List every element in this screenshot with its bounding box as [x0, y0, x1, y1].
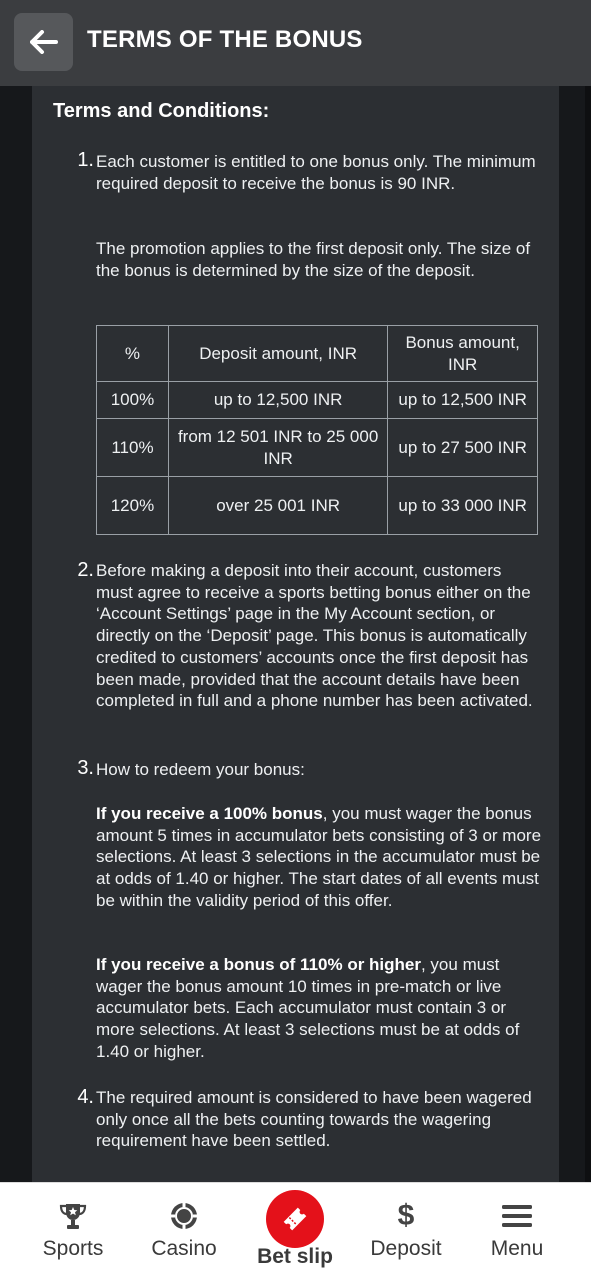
- item-number: 1.: [77, 149, 94, 171]
- table-cell: over 25 001 INR: [167, 476, 389, 535]
- table-header-cell: %: [96, 325, 169, 382]
- table-cell: from 12 501 INR to 25 000 INR: [167, 418, 389, 477]
- nav-label: Deposit: [370, 1237, 442, 1260]
- left-gutter: [0, 86, 32, 1182]
- nav-casino[interactable]: Casino: [129, 1183, 239, 1280]
- bold-phrase: If you receive a 100% bonus: [96, 804, 323, 823]
- table-row: 100% up to 12,500 INR up to 12,500 INR: [96, 381, 538, 419]
- bold-phrase: If you receive a bonus of 110% or higher: [96, 955, 421, 974]
- item-number: 3.: [77, 757, 94, 779]
- bottom-navigation: Sports Casino Bet slip $ Deposit Menu: [0, 1182, 591, 1280]
- item-3-paragraph-2: If you receive a 100% bonus, you must wa…: [96, 803, 542, 912]
- table-header-row: % Deposit amount, INR Bonus amount, INR: [96, 325, 538, 382]
- arrow-left-icon: [29, 30, 58, 54]
- item-number: 4.: [77, 1086, 94, 1108]
- nav-label: Sports: [42, 1237, 104, 1260]
- table-row: 120% over 25 001 INR up to 33 000 INR: [96, 476, 538, 535]
- table-cell: 110%: [96, 418, 169, 477]
- table-cell: up to 27 500 INR: [387, 418, 538, 477]
- poker-chip-icon: [171, 1203, 197, 1229]
- nav-deposit[interactable]: $ Deposit: [351, 1183, 461, 1280]
- nav-label: Casino: [151, 1237, 217, 1260]
- item-1-paragraph-1: Each customer is entitled to one bonus o…: [96, 152, 536, 193]
- nav-menu[interactable]: Menu: [462, 1183, 572, 1280]
- betslip-button[interactable]: [266, 1190, 324, 1248]
- item-3-paragraph-1: How to redeem your bonus:: [96, 760, 305, 779]
- item-number: 2.: [77, 559, 94, 581]
- item-1-paragraph-2: The promotion applies to the first depos…: [96, 239, 531, 280]
- scrollbar-track[interactable]: [559, 86, 591, 1182]
- betslip-label[interactable]: Bet slip: [240, 1245, 350, 1269]
- item-3-paragraph-3: If you receive a bonus of 110% or higher…: [96, 954, 542, 1063]
- table-cell: 120%: [96, 476, 169, 535]
- table-header-cell: Bonus amount, INR: [387, 325, 538, 382]
- ticket-icon: [283, 1207, 307, 1231]
- terms-content: Terms and Conditions: 1. Each customer i…: [32, 86, 559, 1182]
- table-header-cell: Deposit amount, INR: [167, 325, 389, 382]
- trophy-icon: [59, 1204, 87, 1229]
- back-button[interactable]: [14, 13, 73, 71]
- bonus-table: % Deposit amount, INR Bonus amount, INR …: [96, 325, 538, 535]
- item-2-paragraph: Before making a deposit into their accou…: [96, 561, 533, 711]
- table-cell: up to 12,500 INR: [167, 381, 389, 419]
- table-cell: up to 12,500 INR: [387, 381, 538, 419]
- item-4-paragraph: The required amount is considered to hav…: [96, 1088, 532, 1151]
- nav-label: Menu: [490, 1237, 544, 1260]
- dollar-icon: $: [397, 1199, 415, 1232]
- table-cell: 100%: [96, 381, 169, 419]
- section-title: Terms and Conditions:: [53, 100, 270, 122]
- app-header: TERMS OF THE BONUS: [0, 0, 591, 86]
- table-cell: up to 33 000 INR: [387, 476, 538, 535]
- page-title: TERMS OF THE BONUS: [87, 26, 363, 53]
- nav-sports[interactable]: Sports: [18, 1183, 128, 1280]
- hamburger-icon: [502, 1205, 532, 1227]
- table-row: 110% from 12 501 INR to 25 000 INR up to…: [96, 418, 538, 477]
